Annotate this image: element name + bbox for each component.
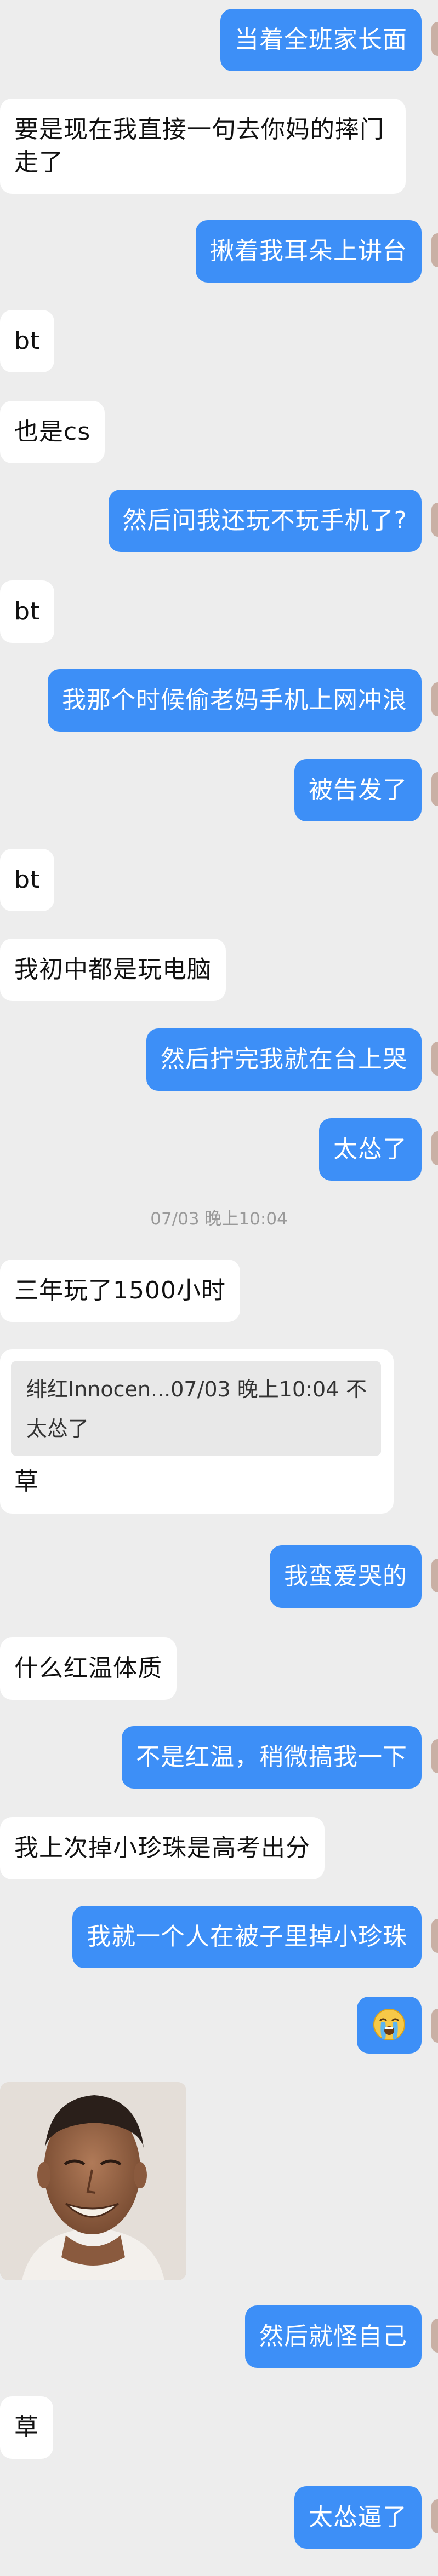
message-bubble-outgoing[interactable]: 然后问我还玩不玩手机了? — [108, 490, 422, 552]
message-bubble-incoming[interactable]: bt — [0, 849, 55, 911]
message-bubble-incoming[interactable]: 三年玩了1500小时 — [0, 1260, 240, 1322]
avatar[interactable] — [431, 1131, 438, 1165]
message-bubble-outgoing[interactable]: 然后就怪自己 — [245, 2305, 422, 2368]
message-bubble-outgoing[interactable]: 太怂了 — [319, 1118, 422, 1181]
message-bubble-incoming[interactable]: 要是现在我直接一句去你妈的摔门走了 — [0, 99, 406, 194]
avatar[interactable] — [431, 1919, 438, 1953]
avatar[interactable] — [431, 1739, 438, 1773]
avatar[interactable] — [431, 2009, 438, 2043]
avatar[interactable] — [431, 772, 438, 806]
avatar[interactable] — [431, 2319, 438, 2353]
quoted-message-text: 太怂了 — [26, 1417, 89, 1441]
message-bubble-outgoing[interactable]: 我那个时候偷老妈手机上网冲浪 — [48, 669, 422, 732]
message-bubble-incoming[interactable]: bt — [0, 580, 55, 643]
avatar[interactable] — [431, 503, 438, 537]
avatar[interactable] — [431, 1042, 438, 1076]
message-bubble-outgoing[interactable]: 太怂逼了 — [294, 2486, 422, 2549]
message-bubble-incoming[interactable]: 我初中都是玩电脑 — [0, 939, 226, 1001]
avatar[interactable] — [431, 233, 438, 267]
message-bubble-incoming[interactable]: bt — [0, 310, 55, 372]
image-message[interactable] — [0, 2082, 186, 2280]
message-bubble-outgoing[interactable]: 不是红温，稍微搞我一下 — [122, 1726, 422, 1789]
avatar[interactable] — [431, 22, 438, 56]
message-bubble-incoming[interactable]: 我上次掉小珍珠是高考出分 — [0, 1817, 325, 1879]
message-timestamp: 07/03 晚上10:04 — [150, 1209, 288, 1229]
message-bubble-outgoing[interactable]: 揪着我耳朵上讲台 — [196, 220, 422, 283]
message-bubble-outgoing[interactable]: 被告发了 — [294, 759, 422, 821]
avatar[interactable] — [431, 1559, 438, 1592]
chat-thread: 当着全班家长面 要是现在我直接一句去你妈的摔门走了 揪着我耳朵上讲台 bt 也是… — [0, 0, 438, 2576]
emoji-message-bubble[interactable] — [357, 1997, 422, 2054]
message-bubble-outgoing[interactable]: 当着全班家长面 — [220, 9, 422, 71]
loudly-crying-face-icon — [373, 2009, 405, 2040]
avatar[interactable] — [431, 682, 438, 716]
reply-text: 草 — [14, 1468, 38, 1496]
quoted-message-header: 绯红Innocen...07/03 晚上10:04 — [26, 1377, 339, 1401]
message-bubble-incoming[interactable]: 也是cs — [0, 401, 105, 463]
message-bubble-incoming[interactable]: 草 — [0, 2396, 53, 2459]
message-bubble-outgoing[interactable]: 我就一个人在被子里掉小珍珠 — [72, 1906, 422, 1968]
message-bubble-outgoing[interactable]: 然后拧完我就在台上哭 — [146, 1028, 422, 1091]
quoted-reply-bubble[interactable]: 绯红Innocen...07/03 晚上10:04 不 太怂了 草 — [0, 1349, 394, 1514]
smiling-man-photo — [0, 2082, 186, 2280]
quote-close-button[interactable]: 不 — [346, 1372, 367, 1402]
message-bubble-outgoing[interactable]: 我蛮爱哭的 — [270, 1545, 422, 1608]
avatar[interactable] — [431, 2499, 438, 2533]
quoted-message[interactable]: 绯红Innocen...07/03 晚上10:04 不 太怂了 — [11, 1361, 381, 1456]
message-bubble-incoming[interactable]: 什么红温体质 — [0, 1637, 177, 1700]
